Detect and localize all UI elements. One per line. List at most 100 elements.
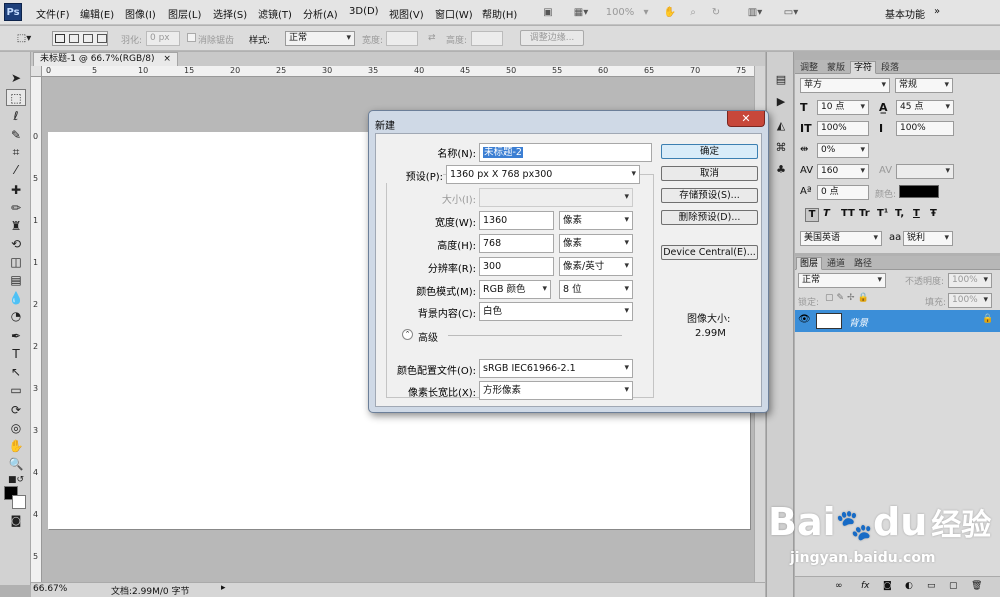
add-mask-icon[interactable]: ◙ xyxy=(883,581,892,591)
history-brush-icon[interactable]: ⟲ xyxy=(6,236,26,253)
gradient-tool-icon[interactable]: ▤ xyxy=(6,272,26,289)
leading-input[interactable]: 45 点 xyxy=(896,100,954,115)
lock-icons[interactable]: ▢✎✢🔒 xyxy=(825,293,872,303)
status-zoom[interactable]: 66.67% xyxy=(33,584,67,594)
font-size-input[interactable]: 10 点 xyxy=(817,100,869,115)
tab-paragraph[interactable]: 段落 xyxy=(877,61,903,74)
close-tab-icon[interactable]: × xyxy=(163,54,171,64)
faux-bold-icon[interactable]: T xyxy=(805,208,819,222)
menu-window[interactable]: 窗口(W) xyxy=(435,6,473,21)
height-unit-select[interactable]: 像素 xyxy=(559,234,633,253)
rectangular-marquee-icon[interactable]: ⬚ xyxy=(6,89,26,106)
intersect-selection-icon[interactable] xyxy=(97,34,107,43)
layer-visibility-eye-icon[interactable]: 👁 xyxy=(798,314,811,325)
menu-view[interactable]: 视图(V) xyxy=(389,6,424,21)
3d-orbit-icon[interactable]: ◎ xyxy=(6,420,26,437)
layer-row-background[interactable]: 👁 背景 🔒 xyxy=(795,310,1000,332)
cancel-button[interactable]: 取消 xyxy=(661,166,758,181)
tab-paths[interactable]: 路径 xyxy=(850,257,876,270)
strikethrough-icon[interactable]: Ŧ xyxy=(930,208,937,219)
3d-panel-icon[interactable]: ◭ xyxy=(772,118,790,134)
quick-mask-icon[interactable]: ◙ xyxy=(6,512,26,529)
resolution-unit-select[interactable]: 像素/英寸 xyxy=(559,257,633,276)
name-input[interactable]: 未标题-2 xyxy=(479,143,652,162)
menu-image[interactable]: 图像(I) xyxy=(125,6,156,21)
tracking-percent-input[interactable]: 0% xyxy=(817,143,869,158)
new-group-icon[interactable]: ▭ xyxy=(927,581,936,591)
advanced-toggle-icon[interactable]: ⌃ xyxy=(402,329,413,340)
antialias-select[interactable]: 锐利 xyxy=(903,231,953,246)
menu-3d[interactable]: 3D(D) xyxy=(349,6,379,17)
blend-mode-select[interactable]: 正常 xyxy=(798,273,886,288)
delete-layer-icon[interactable]: 🗑 xyxy=(971,581,982,591)
tab-adjustments[interactable]: 调整 xyxy=(796,61,822,74)
quick-selection-icon[interactable]: ✎ xyxy=(6,127,26,144)
zoom-tool-icon[interactable]: 🔍 xyxy=(6,456,26,473)
tool-presets-icon[interactable]: ⌘ xyxy=(772,140,790,156)
clone-source-icon[interactable]: ♣ xyxy=(772,162,790,178)
move-tool-icon[interactable]: ➤ xyxy=(6,70,26,87)
layer-style-icon[interactable]: fx xyxy=(861,581,870,591)
selection-mode-buttons[interactable] xyxy=(52,31,108,46)
menu-filter[interactable]: 滤镜(T) xyxy=(258,6,292,21)
menu-select[interactable]: 选择(S) xyxy=(213,6,247,21)
type-tool-icon[interactable]: T xyxy=(6,346,26,363)
faux-italic-icon[interactable]: T xyxy=(823,208,830,219)
rotate-view-icon[interactable]: ↻ xyxy=(706,4,726,21)
height-input[interactable]: 768 xyxy=(479,234,554,253)
healing-brush-icon[interactable]: ✚ xyxy=(6,182,26,199)
hand-tool-icon[interactable]: ✋ xyxy=(6,438,26,455)
underline-icon[interactable]: T xyxy=(913,208,920,219)
menu-edit[interactable]: 编辑(E) xyxy=(80,6,114,21)
menu-help[interactable]: 帮助(H) xyxy=(482,6,517,21)
style-select[interactable]: 正常 xyxy=(285,31,355,46)
menu-file[interactable]: 文件(F) xyxy=(36,6,70,21)
adjustment-layer-icon[interactable]: ◐ xyxy=(905,581,913,591)
horizontal-scale-input[interactable]: 100% xyxy=(896,121,954,136)
link-layers-icon[interactable]: ∞ xyxy=(835,581,843,591)
swap-icon[interactable]: ⇄ xyxy=(428,33,436,43)
all-caps-icon[interactable]: TT xyxy=(841,208,855,219)
3d-rotate-icon[interactable]: ⟳ xyxy=(6,402,26,419)
lasso-tool-icon[interactable]: ℓ xyxy=(6,108,26,125)
vertical-scale-input[interactable]: 100% xyxy=(817,121,869,136)
preset-select[interactable]: 1360 px X 768 px300 xyxy=(446,165,640,184)
kerning-input[interactable]: 160 xyxy=(817,164,869,179)
feather-input[interactable]: 0 px xyxy=(146,31,180,46)
background-contents-select[interactable]: 白色 xyxy=(479,302,633,321)
new-selection-icon[interactable] xyxy=(55,34,65,43)
pixel-aspect-select[interactable]: 方形像素 xyxy=(479,381,633,400)
subtract-selection-icon[interactable] xyxy=(83,34,93,43)
font-style-select[interactable]: 常规 xyxy=(895,78,953,93)
tab-character[interactable]: 字符 xyxy=(850,61,877,74)
bit-depth-select[interactable]: 8 位 xyxy=(559,280,633,299)
height-input[interactable] xyxy=(471,31,503,46)
size-select[interactable] xyxy=(479,188,633,207)
color-mode-select[interactable]: RGB 颜色 xyxy=(479,280,551,299)
pen-tool-icon[interactable]: ✒ xyxy=(6,328,26,345)
background-color-swatch[interactable] xyxy=(12,495,26,509)
delete-preset-button[interactable]: 删除预设(D)... xyxy=(661,210,758,225)
dodge-tool-icon[interactable]: ◔ xyxy=(6,308,26,325)
tab-channels[interactable]: 通道 xyxy=(823,257,849,270)
workspace-switcher[interactable]: 基本功能 xyxy=(885,6,925,21)
clone-stamp-icon[interactable]: ♜ xyxy=(6,218,26,235)
screen-mode-icon[interactable]: ▭▾ xyxy=(776,4,806,21)
baseline-input[interactable]: 0 点 xyxy=(817,185,869,200)
small-caps-icon[interactable]: Tr xyxy=(859,208,870,219)
opacity-input[interactable]: 100% xyxy=(948,273,992,288)
refine-edge-button[interactable]: 调整边缘... xyxy=(520,30,584,46)
font-family-select[interactable]: 苹方 xyxy=(800,78,890,93)
fill-input[interactable]: 100% xyxy=(948,293,992,308)
marquee-preset-icon[interactable]: ⬚▾ xyxy=(10,30,38,47)
layer-name[interactable]: 背景 xyxy=(849,315,868,329)
text-color-swatch[interactable] xyxy=(899,185,939,198)
status-menu-icon[interactable]: ▸ xyxy=(221,583,226,593)
tab-masks[interactable]: 蒙版 xyxy=(823,61,849,74)
workspace-dropdown-icon[interactable]: » xyxy=(934,6,940,17)
language-select[interactable]: 美国英语 xyxy=(800,231,882,246)
menu-analysis[interactable]: 分析(A) xyxy=(303,6,338,21)
ok-button[interactable]: 确定 xyxy=(661,144,758,159)
hand-tool-icon[interactable]: ✋ xyxy=(660,4,680,21)
superscript-icon[interactable]: T¹ xyxy=(877,208,888,219)
